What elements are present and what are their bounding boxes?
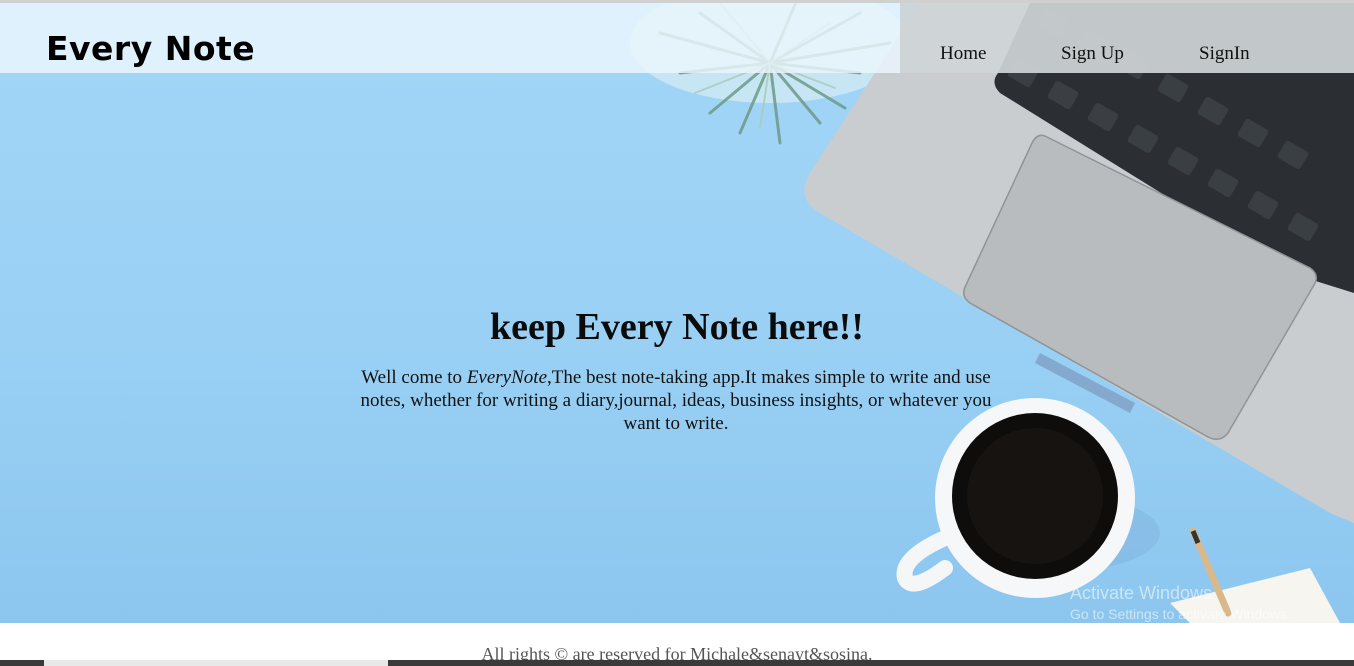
- nav-link-home[interactable]: Home: [940, 43, 986, 65]
- hero-tagline: Well come to EveryNote,The best note-tak…: [340, 366, 1012, 435]
- site-logo[interactable]: Every Note: [46, 29, 255, 68]
- nav-link-sign-in[interactable]: SignIn: [1199, 43, 1250, 65]
- watermark-subtitle: Go to Settings to activate Windows.: [1070, 606, 1291, 622]
- nav-link-sign-up[interactable]: Sign Up: [1061, 43, 1124, 65]
- site-footer: All rights © are reserved for Michale&se…: [0, 623, 1354, 664]
- tagline-intro: Well come to: [361, 367, 467, 388]
- activation-watermark: Activate Windows Go to Settings to activ…: [1070, 583, 1291, 622]
- hero-headline: keep Every Note here!!: [490, 306, 864, 348]
- taskbar-segment: [44, 660, 388, 666]
- site-header: Every Note Home Sign Up SignIn: [0, 3, 1354, 73]
- tagline-brand: EveryNote: [466, 367, 547, 388]
- watermark-title: Activate Windows: [1070, 583, 1213, 603]
